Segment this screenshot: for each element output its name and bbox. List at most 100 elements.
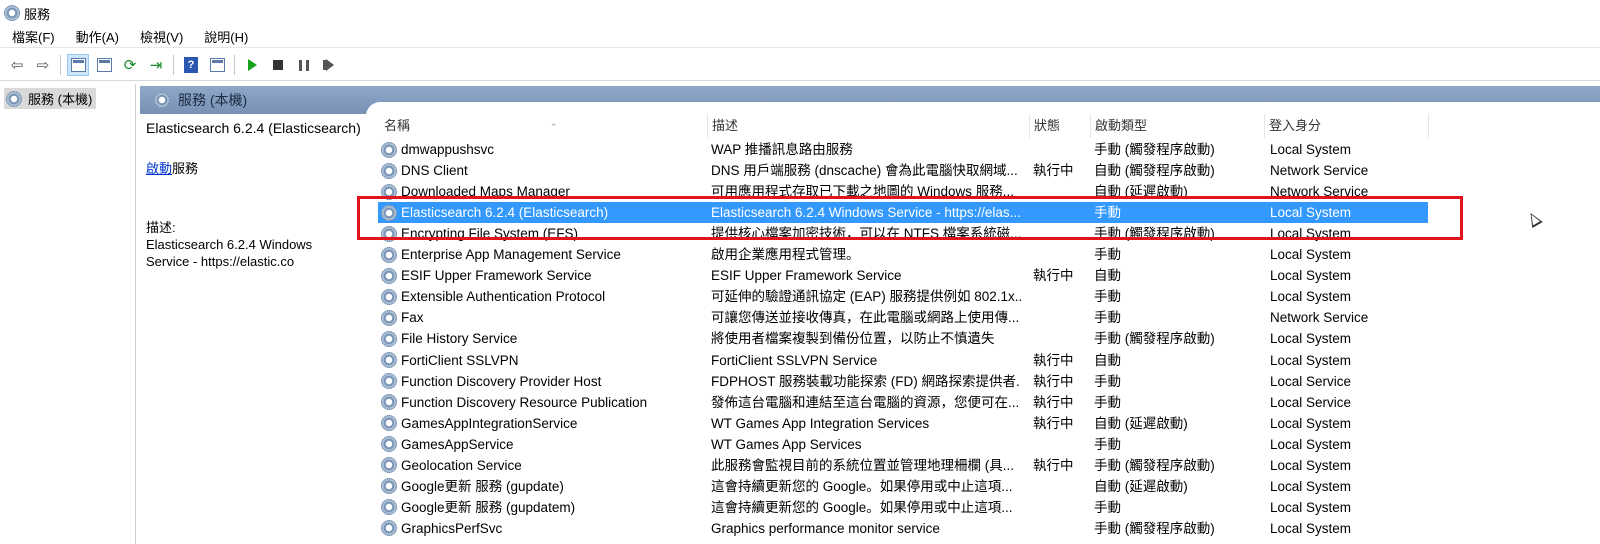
stop-icon[interactable] — [267, 54, 289, 76]
window-title: 服務 — [24, 6, 51, 22]
service-name: GamesAppIntegrationService — [401, 415, 578, 431]
service-gear-icon — [381, 162, 397, 179]
service-logon-as: Network Service — [1270, 163, 1369, 179]
menu-view[interactable]: 檢視(V) — [128, 27, 192, 46]
service-gear-icon — [381, 309, 397, 326]
service-row[interactable]: GraphicsPerfSvc Graphics performance moni… — [378, 518, 1428, 539]
detail-desc-label: 描述: — [146, 220, 176, 235]
service-row[interactable]: Function Discovery Provider Host FDPHOST … — [378, 371, 1428, 392]
service-startup-type: 手動 — [1094, 394, 1121, 410]
forward-arrow-icon[interactable]: ⇨ — [32, 54, 54, 76]
service-description: 可讓您傳送並接收傳真，在此電腦或網路上使用傳... — [711, 310, 1020, 326]
pane-header-title: 服務 (本機) — [178, 92, 248, 108]
menu-file[interactable]: 檔案(F) — [0, 27, 64, 46]
service-logon-as: Local System — [1270, 142, 1352, 157]
service-status: 執行中 — [1033, 457, 1074, 473]
service-row[interactable]: ESIF Upper Framework Service ESIF Upper F… — [378, 265, 1428, 286]
service-row[interactable]: GamesAppService WT Games App Services 手動 Lo… — [378, 434, 1428, 455]
service-logon-as: Local Service — [1270, 394, 1352, 410]
console-tree-icon[interactable] — [67, 54, 89, 76]
properties-icon[interactable] — [93, 54, 115, 76]
service-logon-as: Local System — [1270, 352, 1352, 368]
restart-icon[interactable] — [319, 54, 341, 76]
service-row[interactable]: Fax 可讓您傳送並接收傳真，在此電腦或網路上使用傳... 手動 Network Se… — [378, 307, 1428, 328]
show-hide-action-pane-icon[interactable] — [206, 54, 228, 76]
service-row[interactable]: GamesAppIntegrationService WT Games App I… — [378, 413, 1428, 434]
service-gear-icon — [381, 436, 397, 453]
service-startup-type: 手動 — [1094, 289, 1121, 305]
service-logon-as: Local System — [1270, 247, 1352, 263]
tree-item-services-local[interactable]: 服務 (本機) — [4, 88, 97, 109]
service-startup-type: 手動 (觸發程序啟動) — [1094, 331, 1215, 347]
service-row[interactable]: Enterprise App Management Service 啟用企業應用程… — [378, 244, 1428, 265]
detail-description: 描述: Elasticsearch 6.2.4 Windows Service … — [146, 219, 365, 270]
column-header-startup-type[interactable]: 啟動類型 — [1091, 114, 1265, 138]
service-description: 發佈這台電腦和連結至這台電腦的資源，您便可在... — [711, 394, 1020, 410]
service-description: 將使用者檔案複製到備份位置，以防止不慎遺失 — [711, 331, 995, 347]
help-icon[interactable]: ? — [180, 54, 202, 76]
menu-action[interactable]: 動作(A) — [64, 27, 128, 46]
service-row[interactable]: Function Discovery Resource Publication 發… — [378, 392, 1428, 413]
start-icon[interactable] — [241, 54, 263, 76]
service-name-cell: GraphicsPerfSvc — [381, 518, 701, 539]
service-gear-icon — [381, 415, 397, 432]
service-name: Google更新 服務 (gupdatem) — [401, 499, 576, 515]
service-startup-type: 自動 — [1094, 352, 1121, 368]
service-logon-as: Local System — [1270, 478, 1352, 494]
service-logon-as: Local Service — [1270, 373, 1352, 389]
service-row[interactable]: Geolocation Service 此服務會監視目前的系統位置並管理地理柵欄 … — [378, 455, 1428, 476]
service-gear-icon — [381, 267, 397, 284]
service-name: File History Service — [401, 331, 518, 347]
service-row[interactable]: FortiClient SSLVPN FortiClient SSLVPN Ser… — [378, 350, 1428, 371]
back-arrow-icon[interactable]: ⇦ — [6, 54, 28, 76]
column-header-status[interactable]: 狀態 — [1030, 114, 1091, 138]
toolbar-separator — [173, 55, 174, 75]
service-startup-type: 手動 — [1094, 436, 1121, 452]
service-row[interactable]: DNS Client DNS 用戶端服務 (dnscache) 會為此電腦快取網域… — [378, 160, 1428, 181]
column-header-description[interactable]: 描述 — [708, 114, 1030, 138]
service-gear-icon — [381, 478, 397, 495]
start-service-link[interactable]: 啟動 — [146, 161, 172, 176]
service-status: 執行中 — [1033, 268, 1074, 284]
service-name: Function Discovery Provider Host — [401, 373, 602, 389]
service-row[interactable]: Google更新 服務 (gupdate) 這會持續更新您的 Google。如果停… — [378, 476, 1428, 497]
service-status: 執行中 — [1033, 352, 1074, 368]
service-gear-icon — [381, 373, 397, 390]
service-name: GamesAppService — [401, 436, 514, 452]
service-row[interactable]: dmwappushsvc WAP 推播訊息路由服務 手動 (觸發程序啟動) Local… — [378, 139, 1428, 160]
service-description: ESIF Upper Framework Service — [711, 268, 902, 284]
services-gear-icon — [154, 92, 170, 108]
service-name: Google更新 服務 (gupdate) — [401, 478, 564, 494]
menu-help[interactable]: 說明(H) — [192, 27, 257, 46]
service-gear-icon — [381, 141, 397, 158]
service-logon-as: Local System — [1270, 436, 1352, 452]
service-gear-icon — [381, 246, 397, 263]
service-name-cell: Fax — [381, 307, 701, 328]
detail-service-name: Elasticsearch 6.2.4 (Elasticsearch) — [146, 120, 361, 136]
service-startup-type: 手動 — [1094, 499, 1121, 515]
service-gear-icon — [381, 520, 397, 537]
service-name-cell: ESIF Upper Framework Service — [381, 265, 701, 286]
detail-action: 啟動服務 — [146, 158, 365, 177]
toolbar-separator — [60, 55, 61, 75]
service-description: WAP 推播訊息路由服務 — [711, 142, 853, 157]
column-header-name[interactable]: 名稱 ⌃ — [380, 114, 708, 138]
service-logon-as: Local System — [1270, 415, 1352, 431]
service-detail-pane: Elasticsearch 6.2.4 (Elasticsearch) 啟動服務… — [140, 114, 365, 544]
service-name-cell: GamesAppService — [381, 434, 701, 455]
service-logon-as: Network Service — [1270, 310, 1369, 326]
column-header-logon-as[interactable]: 登入身分 — [1265, 114, 1429, 138]
refresh-icon[interactable]: ⟳ — [119, 54, 141, 76]
service-name: FortiClient SSLVPN — [401, 352, 519, 368]
service-description: DNS 用戶端服務 (dnscache) 會為此電腦快取網域... — [711, 163, 1018, 179]
pause-icon[interactable] — [293, 54, 315, 76]
service-status: 執行中 — [1033, 415, 1074, 431]
service-row[interactable]: Google更新 服務 (gupdatem) 這會持續更新您的 Google。如果… — [378, 497, 1428, 518]
service-row[interactable]: File History Service 將使用者檔案複製到備份位置，以防止不慎遺… — [378, 328, 1428, 349]
service-name-cell: Function Discovery Resource Publication — [381, 392, 701, 413]
tree-item-label: 服務 (本機) — [28, 92, 93, 107]
export-list-icon[interactable]: ⇥ — [145, 54, 167, 76]
service-name-cell: DNS Client — [381, 160, 701, 181]
service-row[interactable]: Extensible Authentication Protocol 可延伸的驗證… — [378, 286, 1428, 307]
detail-desc-line: Service - https://elastic.co — [146, 254, 295, 269]
